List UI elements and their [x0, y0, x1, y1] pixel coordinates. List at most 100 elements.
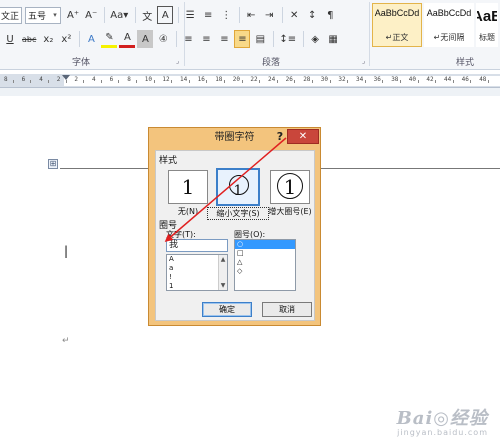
- numbering-icon[interactable]: ≡: [200, 6, 216, 24]
- text-list[interactable]: A a ! 1 ▲ ▼: [166, 254, 228, 291]
- ruler-tick: [364, 80, 366, 83]
- paragraph-mark-icon: ↵: [62, 336, 70, 346]
- align-right-icon[interactable]: ≡: [216, 30, 232, 48]
- multilevel-list-icon[interactable]: ⋮: [218, 6, 234, 24]
- align-left-icon[interactable]: ≡: [180, 30, 196, 48]
- ruler-number: 8: [4, 76, 8, 83]
- character-border-button[interactable]: A: [157, 6, 174, 24]
- ok-button[interactable]: 确定: [202, 302, 252, 317]
- phonetic-guide-button[interactable]: 文: [139, 6, 155, 24]
- separator: [79, 31, 81, 47]
- subscript-button[interactable]: x₂: [40, 30, 56, 48]
- strikethrough-button[interactable]: abc: [20, 30, 38, 48]
- watermark-url: jingyan.baidu.com: [397, 428, 488, 437]
- styles-gallery: AaBbCcDd ↵正文 AaBbCcDd ↵无间隔 AaB 标题: [372, 3, 500, 51]
- separator: [104, 7, 106, 23]
- ruler-tick: [12, 80, 14, 83]
- distributed-icon[interactable]: ▤: [252, 30, 268, 48]
- shading-icon[interactable]: ◈: [307, 30, 323, 48]
- style-heading[interactable]: AaB 标题: [476, 3, 498, 47]
- ruler-number: 26: [285, 76, 293, 83]
- font-size-value: 五号: [28, 11, 47, 22]
- enclose-characters-dialog: 带圈字符 ? ✕ 样式 1 无(N) 1 缩小文字(S) 1 增大圈号(E) 圈…: [148, 127, 321, 326]
- increase-indent-icon[interactable]: ⇥: [261, 6, 277, 24]
- indent-marker-icon[interactable]: [62, 75, 70, 80]
- highlight-button[interactable]: ✎: [101, 30, 118, 48]
- scroll-down-icon[interactable]: ▼: [219, 281, 227, 290]
- list-item[interactable]: ○: [235, 240, 295, 249]
- ruler-tick: [188, 80, 190, 83]
- separator: [135, 7, 137, 23]
- ruler-tick: [347, 80, 349, 83]
- scrollbar[interactable]: ▲ ▼: [218, 255, 227, 290]
- scroll-up-icon[interactable]: ▲: [219, 255, 227, 264]
- style-option-enlarge-circle[interactable]: 1 增大圈号(E): [268, 170, 312, 217]
- line-spacing-icon[interactable]: ↕≡: [277, 30, 298, 48]
- show-marks-icon[interactable]: ¶: [322, 6, 338, 24]
- grow-font-button[interactable]: A⁺: [65, 6, 81, 24]
- enclosure-list[interactable]: ○ □ △ ◇: [234, 239, 296, 291]
- font-color-button[interactable]: A: [119, 30, 136, 48]
- cancel-button[interactable]: 取消: [262, 302, 312, 317]
- justify-icon[interactable]: ≡: [234, 30, 251, 48]
- style-option-none[interactable]: 1 无(N): [168, 170, 208, 217]
- ribbon: 文正 五号 ▾ A⁺ A⁻ Aa▾ 文 A ☰ ≡ ⋮ ⇤ ⇥ ✕ ↕ ¶ U …: [0, 0, 500, 70]
- change-case-button[interactable]: Aa▾: [108, 6, 130, 24]
- text-effects-button[interactable]: A: [83, 30, 99, 48]
- style-option-shrink-text[interactable]: 1 缩小文字(S): [207, 168, 269, 220]
- ruler-number: 6: [21, 76, 26, 83]
- font-group-label: 字体: [72, 58, 91, 68]
- watermark-logo: Bai◎经验: [396, 408, 488, 429]
- style-no-spacing[interactable]: AaBbCcDd ↵无间隔: [424, 3, 474, 47]
- text-input[interactable]: 我: [166, 239, 228, 252]
- enclose-characters-button[interactable]: ④: [155, 30, 171, 48]
- style-name: 标题: [479, 33, 495, 42]
- align-center-icon[interactable]: ≡: [198, 30, 214, 48]
- close-button[interactable]: ✕: [287, 129, 319, 144]
- separator: [303, 31, 305, 47]
- horizontal-ruler[interactable]: 8 6 4 2 2 4 6 8 10 12 14 16 18 20 22 24 26 28 30 32 34 36 38 40…: [0, 74, 500, 88]
- style-normal[interactable]: AaBbCcDd ↵正文: [372, 3, 422, 47]
- ruler-tick: [276, 80, 278, 83]
- paragraph-dialog-launcher-icon[interactable]: ⌟: [362, 57, 365, 65]
- font-dialog-launcher-icon[interactable]: ⌟: [176, 57, 179, 65]
- font-name-combo[interactable]: 文正: [0, 6, 22, 24]
- style-name: ↵正文: [385, 33, 409, 42]
- ribbon-row-1: 文正 五号 ▾ A⁺ A⁻ Aa▾ 文 A ☰ ≡ ⋮ ⇤ ⇥ ✕ ↕ ¶: [0, 5, 340, 25]
- borders-icon[interactable]: ▦: [325, 30, 341, 48]
- style-preview: AaBbCcDd: [426, 8, 472, 18]
- list-item[interactable]: ◇: [235, 267, 295, 276]
- style-preview-box: 1: [270, 170, 310, 204]
- decrease-indent-icon[interactable]: ⇤: [243, 6, 259, 24]
- list-item[interactable]: □: [235, 249, 295, 258]
- ruler-number: 18: [215, 76, 223, 83]
- ruler-tick: [30, 80, 32, 83]
- table-move-handle-icon[interactable]: ⊞: [48, 159, 58, 169]
- ruler-tick: [294, 80, 296, 83]
- ruler-number: 32: [338, 76, 346, 83]
- ribbon-row-2: U abc x₂ x² A ✎ A A ④ ≡ ≡ ≡ ≡ ▤ ↕≡ ◈ ▦: [0, 29, 343, 49]
- ruler-tick: [83, 80, 85, 83]
- style-name: ↵无间隔: [433, 33, 465, 42]
- superscript-button[interactable]: x²: [58, 30, 74, 48]
- ruler-number: 4: [39, 76, 43, 83]
- separator: [176, 31, 178, 47]
- character-shading-button[interactable]: A: [137, 30, 154, 48]
- help-button[interactable]: ?: [273, 129, 287, 145]
- ruler-tick: [100, 80, 102, 83]
- ruler-number: 2: [56, 76, 61, 83]
- separator: [178, 7, 180, 23]
- ruler-number: 30: [320, 76, 329, 83]
- style-preview-box: 1: [216, 168, 260, 206]
- watermark: Bai◎经验 jingyan.baidu.com: [397, 404, 488, 437]
- font-size-combo[interactable]: 五号 ▾: [25, 6, 61, 24]
- ruler-tick: [48, 80, 49, 83]
- shrink-font-button[interactable]: A⁻: [83, 6, 99, 24]
- list-item[interactable]: △: [235, 258, 295, 267]
- ruler-tick: [452, 80, 454, 83]
- sort-icon[interactable]: ↕: [304, 6, 320, 24]
- chinese-layout-icon[interactable]: ✕: [286, 6, 302, 24]
- underline-button[interactable]: U: [2, 30, 18, 48]
- ruler-number: 6: [109, 76, 114, 83]
- separator: [273, 31, 275, 47]
